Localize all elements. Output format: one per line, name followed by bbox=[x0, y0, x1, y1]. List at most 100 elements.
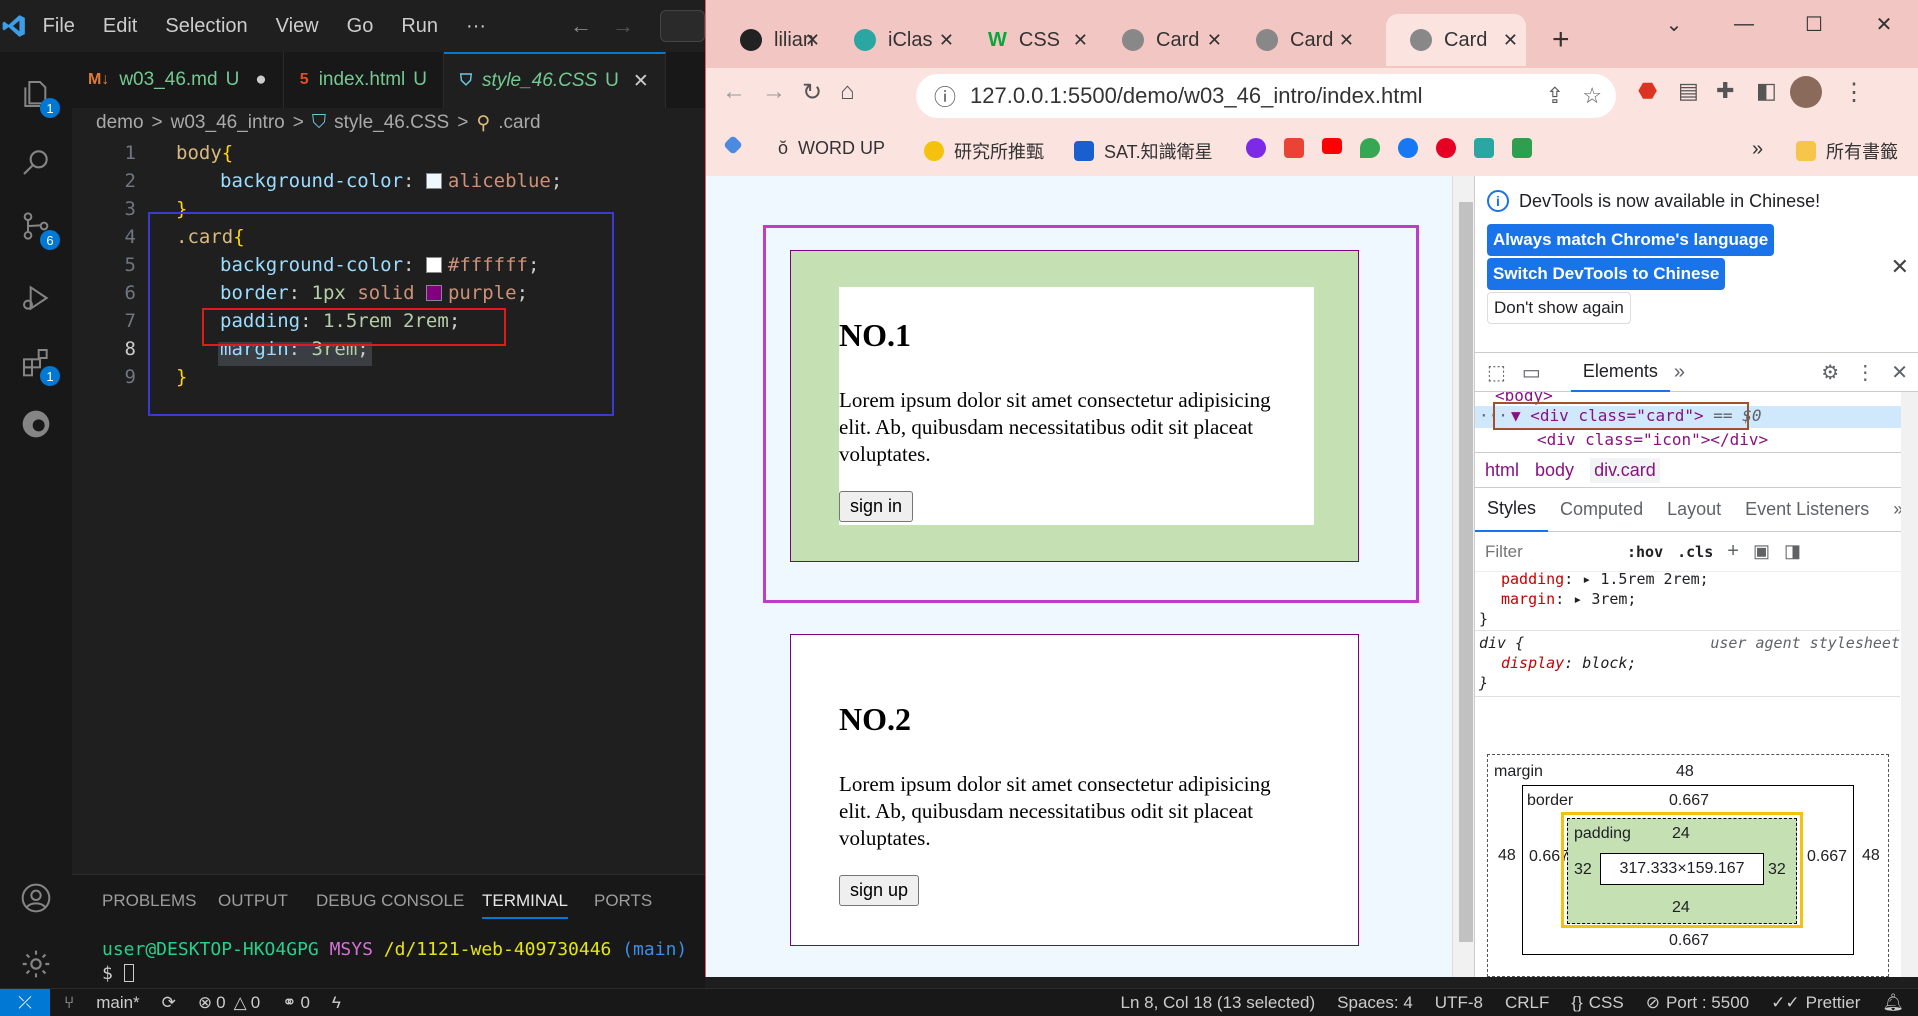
all-bookmarks-folder[interactable]: 所有書籤 bbox=[1796, 138, 1898, 164]
tab-iclass[interactable]: iClas ✕ bbox=[830, 14, 962, 66]
extension-adblock-icon[interactable]: ⬣ bbox=[1638, 78, 1657, 104]
tab-index-html[interactable]: 5 index.html U bbox=[284, 52, 445, 108]
settings-gear-icon[interactable]: ⚙ bbox=[1821, 360, 1839, 385]
tab-terminal[interactable]: TERMINAL bbox=[482, 891, 568, 919]
status-warnings[interactable]: 0 bbox=[251, 993, 260, 1013]
tab-card-active[interactable]: Card ✕ bbox=[1386, 14, 1526, 66]
tab-layout[interactable]: Layout bbox=[1655, 488, 1733, 532]
rule-margin[interactable]: margin: ▸ 3rem; bbox=[1501, 590, 1636, 608]
status-prettier[interactable]: Prettier bbox=[1806, 993, 1861, 1013]
sign-in-button[interactable]: sign in bbox=[839, 491, 914, 522]
close-tab-icon[interactable]: ✕ bbox=[939, 30, 954, 51]
bookmark-gmail-icon[interactable] bbox=[1284, 138, 1314, 158]
bookmark-app[interactable] bbox=[723, 135, 750, 155]
address-bar[interactable]: ⓘ 127.0.0.1:5500/demo/w03_46_intro/index… bbox=[916, 74, 1616, 118]
close-devtools-icon[interactable]: ✕ bbox=[1891, 360, 1908, 385]
status-indentation[interactable]: Spaces: 4 bbox=[1337, 993, 1413, 1013]
bookmark-grad-school[interactable]: 研究所推甄 bbox=[924, 138, 1044, 164]
crumb-div-card[interactable]: div.card bbox=[1590, 457, 1660, 483]
margin-right-value[interactable]: 48 bbox=[1862, 847, 1880, 865]
new-rule-plus-icon[interactable]: + bbox=[1727, 540, 1739, 563]
back-arrow-icon[interactable]: ← bbox=[722, 78, 746, 106]
crumb-body[interactable]: body bbox=[1535, 460, 1574, 481]
explorer-icon[interactable]: 1 bbox=[0, 62, 72, 126]
forward-arrow-icon[interactable]: → bbox=[762, 78, 786, 106]
hov-toggle[interactable]: :hov bbox=[1627, 543, 1663, 561]
bookmarks-more[interactable]: » bbox=[1752, 138, 1763, 161]
close-tab-icon[interactable]: ✕ bbox=[633, 70, 649, 93]
device-toolbar-icon[interactable]: ▭ bbox=[1522, 360, 1541, 385]
extension-doc-icon[interactable]: ▤ bbox=[1678, 78, 1699, 104]
back-arrow-icon[interactable]: ← bbox=[560, 13, 602, 39]
tab-css[interactable]: W CSS ✕ bbox=[964, 14, 1096, 66]
minimize-icon[interactable]: — bbox=[1709, 0, 1779, 48]
tab-card-1[interactable]: Card ✕ bbox=[1098, 14, 1230, 66]
status-errors[interactable]: 0 bbox=[216, 993, 225, 1013]
bookmark-youtube-icon[interactable] bbox=[1322, 138, 1352, 154]
forward-arrow-icon[interactable]: → bbox=[602, 13, 644, 39]
always-match-language-button[interactable]: Always match Chrome's language bbox=[1487, 224, 1775, 256]
run-debug-icon[interactable] bbox=[0, 266, 72, 330]
close-tab-icon[interactable]: ✕ bbox=[1503, 30, 1518, 51]
tab-style-46-css[interactable]: ⛉ style_46.CSS U ✕ bbox=[444, 52, 666, 108]
close-tab-icon[interactable]: ✕ bbox=[1207, 30, 1222, 51]
rule-padding[interactable]: padding: ▸ 1.5rem 2rem; bbox=[1501, 572, 1709, 588]
switch-to-chinese-button[interactable]: Switch DevTools to Chinese bbox=[1487, 258, 1726, 290]
status-ports-count[interactable]: 0 bbox=[300, 993, 309, 1013]
tab-w03-46-md[interactable]: M↓ w03_46.md U ● bbox=[72, 52, 284, 108]
close-window-icon[interactable]: ✕ bbox=[1849, 0, 1918, 48]
menu-go[interactable]: Go bbox=[333, 15, 388, 38]
search-icon[interactable] bbox=[0, 130, 72, 194]
tab-event-listeners[interactable]: Event Listeners bbox=[1733, 488, 1881, 532]
crumb-html[interactable]: html bbox=[1485, 460, 1519, 481]
dom-icon-node[interactable]: <div class="icon"></div> bbox=[1537, 430, 1768, 449]
menu-view[interactable]: View bbox=[262, 15, 333, 38]
bookmark-maps-icon[interactable] bbox=[1360, 138, 1390, 158]
dom-tree[interactable]: <body> ··· ▼ <div class="card"> == $0 <d… bbox=[1475, 392, 1918, 452]
border-bottom-value[interactable]: 0.667 bbox=[1669, 932, 1709, 950]
border-right-value[interactable]: 0.667 bbox=[1807, 848, 1847, 866]
tab-output[interactable]: OUTPUT bbox=[218, 891, 288, 911]
edge-devtools-icon[interactable] bbox=[0, 392, 72, 456]
extensions-puzzle-icon[interactable]: ✚ bbox=[1716, 78, 1734, 104]
bookmark-pinterest-icon[interactable] bbox=[1436, 138, 1466, 158]
bookmark-canva-icon[interactable] bbox=[1246, 138, 1276, 158]
home-icon[interactable]: ⌂ bbox=[840, 78, 855, 106]
devtools-scrollbar[interactable] bbox=[1901, 392, 1918, 977]
status-encoding[interactable]: UTF-8 bbox=[1435, 993, 1483, 1013]
close-tab-icon[interactable]: ✕ bbox=[1073, 30, 1088, 51]
status-branch[interactable]: main* bbox=[96, 993, 139, 1013]
account-icon[interactable] bbox=[0, 866, 72, 930]
unsaved-dot-icon[interactable]: ● bbox=[255, 69, 266, 91]
profile-avatar[interactable] bbox=[1790, 76, 1822, 108]
breadcrumb-demo[interactable]: demo bbox=[96, 112, 144, 134]
tab-elements[interactable]: Elements bbox=[1570, 353, 1670, 392]
close-tab-icon[interactable]: ✕ bbox=[805, 30, 820, 51]
tab-debug-console[interactable]: DEBUG CONSOLE bbox=[316, 891, 464, 911]
new-tab-button[interactable]: + bbox=[1542, 14, 1570, 66]
border-top-value[interactable]: 0.667 bbox=[1669, 792, 1709, 810]
tab-styles[interactable]: Styles bbox=[1475, 488, 1549, 532]
tab-search-chevron-icon[interactable]: ⌄ bbox=[1639, 0, 1709, 48]
inspect-element-icon[interactable]: ⬚ bbox=[1487, 360, 1506, 385]
menu-selection[interactable]: Selection bbox=[151, 15, 261, 38]
bookmark-word-up[interactable]: ŏ WORD UP bbox=[778, 138, 885, 159]
status-live-server-port[interactable]: Port : 5500 bbox=[1666, 993, 1749, 1013]
maximize-icon[interactable]: ☐ bbox=[1779, 0, 1849, 48]
breadcrumb-file[interactable]: style_46.CSS bbox=[334, 112, 449, 134]
dom-card-node[interactable]: ▼ <div class="card"> == $0 bbox=[1511, 406, 1761, 425]
bookmark-star-icon[interactable]: ☆ bbox=[1582, 83, 1602, 109]
more-tabs-icon[interactable]: » bbox=[1674, 361, 1685, 384]
source-control-icon[interactable]: 6 bbox=[0, 194, 72, 258]
toggle-sidebar-icon[interactable]: ◨ bbox=[1784, 541, 1801, 562]
menu-file[interactable]: File bbox=[29, 15, 89, 38]
devtools-menu-icon[interactable]: ⋮ bbox=[1855, 360, 1875, 385]
status-eol[interactable]: CRLF bbox=[1505, 993, 1549, 1013]
box-model-diagram[interactable]: margin 48 48 48 border 0.667 0.667 0.667… bbox=[1487, 754, 1889, 977]
settings-gear-icon[interactable] bbox=[0, 932, 72, 996]
tab-ports[interactable]: PORTS bbox=[594, 891, 652, 911]
reload-icon[interactable]: ↻ bbox=[802, 78, 822, 107]
bookmark-moodle-icon[interactable] bbox=[1512, 138, 1542, 158]
share-icon[interactable]: ⇪ bbox=[1546, 83, 1564, 109]
margin-left-value[interactable]: 48 bbox=[1498, 847, 1516, 865]
